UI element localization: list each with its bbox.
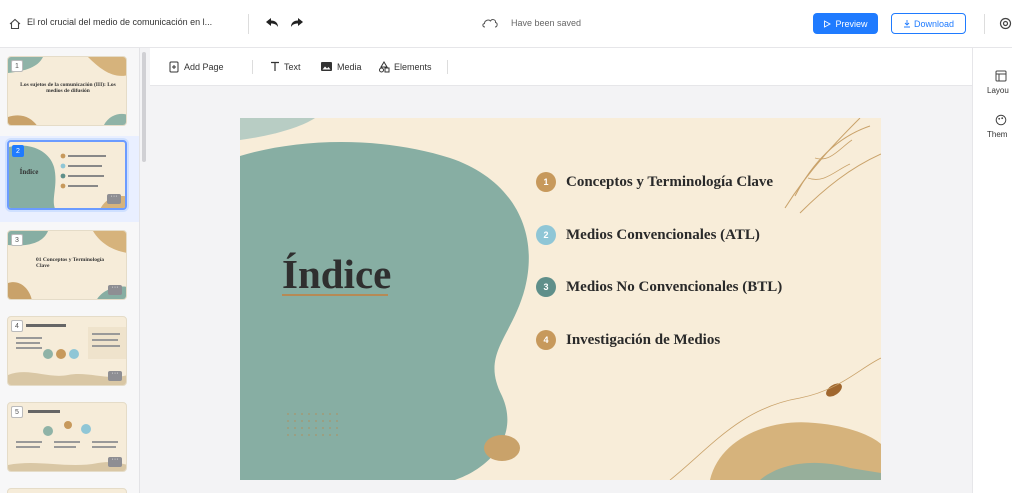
add-page-icon	[169, 61, 179, 73]
slide-thumbnail-2[interactable]: 2 Índice ···	[7, 140, 127, 210]
index-number-badge: 2	[536, 225, 556, 245]
add-page-label: Add Page	[184, 62, 224, 72]
home-icon[interactable]	[8, 17, 22, 31]
download-button[interactable]: Download	[891, 13, 966, 34]
slide-more-icon[interactable]: ···	[107, 193, 121, 204]
elements-icon	[379, 61, 390, 73]
slides-scrollbar[interactable]	[142, 52, 146, 162]
slides-panel: 1 Los sujetos de la comunicación (III): …	[0, 48, 140, 493]
slide-more-icon[interactable]: ···	[108, 456, 122, 467]
theme-icon[interactable]	[995, 114, 1007, 126]
download-label: Download	[913, 18, 955, 29]
slide-thumbnail-title: 01 Conceptos y Terminología Clave	[36, 257, 104, 269]
title-underline	[282, 294, 388, 296]
slide-more-icon[interactable]: ···	[108, 284, 122, 295]
index-item-label: Medios No Convencionales (BTL)	[566, 278, 783, 295]
media-icon	[321, 62, 332, 71]
slide-thumbnail-5[interactable]: 5 ···	[7, 402, 127, 472]
media-tool-button[interactable]: Media	[320, 61, 362, 72]
index-number-badge: 3	[536, 277, 556, 297]
text-icon	[271, 61, 279, 71]
preview-label: Preview	[835, 18, 868, 29]
top-bar: El rol crucial del medio de comunicación…	[0, 0, 1012, 48]
download-icon	[903, 20, 910, 28]
divider	[984, 14, 985, 34]
slide-number: 3	[11, 234, 23, 246]
add-page-button[interactable]: Add Page	[168, 61, 224, 73]
index-item-4[interactable]: 4 Investigación de Medios	[536, 330, 720, 350]
media-tool-label: Media	[337, 61, 362, 72]
preview-button[interactable]: Preview	[813, 13, 878, 34]
play-icon	[824, 19, 832, 28]
elements-tool-label: Elements	[394, 62, 432, 72]
text-tool-label: Text	[284, 61, 301, 72]
cloud-saved-icon	[482, 19, 498, 28]
divider	[248, 14, 249, 34]
index-item-label: Investigación de Medios	[566, 331, 721, 348]
slide-thumbnail-title: Índice	[19, 168, 39, 176]
settings-icon[interactable]	[999, 17, 1012, 30]
editor-toolbar: Add Page Text Media Elements	[150, 48, 972, 86]
undo-icon[interactable]	[264, 16, 280, 30]
slide-title[interactable]: Índice	[282, 250, 391, 298]
slide-thumbnail-4[interactable]: 4 ···	[7, 316, 127, 386]
elements-tool-button[interactable]: Elements	[378, 61, 432, 73]
index-item-2[interactable]: 2 Medios Convencionales (ATL)	[536, 225, 760, 245]
slide-number: 4	[11, 320, 23, 332]
index-number-badge: 4	[536, 330, 556, 350]
slide-thumbnail-3[interactable]: 3 01 Conceptos y Terminología Clave ···	[7, 230, 127, 300]
right-panel: Layou Them	[972, 48, 1012, 493]
layout-button[interactable]: Layou	[987, 86, 1009, 95]
document-title[interactable]: El rol crucial del medio de comunicación…	[27, 17, 212, 27]
index-number-badge: 1	[536, 172, 556, 192]
index-item-label: Medios Convencionales (ATL)	[566, 226, 760, 243]
theme-button[interactable]: Them	[987, 130, 1007, 139]
slide-number: 5	[11, 406, 23, 418]
text-tool-button[interactable]: Text	[270, 61, 301, 72]
save-status: Have been saved	[511, 18, 582, 28]
divider	[447, 60, 448, 74]
slide-thumbnail-title: Los sujetos de la comunicación (III): Lo…	[20, 82, 116, 94]
index-item-1[interactable]: 1 Conceptos y Terminología Clave	[536, 172, 773, 192]
divider	[252, 60, 253, 74]
slide-thumbnail-6[interactable]	[7, 488, 127, 493]
index-item-label: Conceptos y Terminología Clave	[566, 173, 774, 190]
slide-canvas[interactable]: Índice 1 Conceptos y Terminología Clave …	[240, 118, 881, 480]
slide-thumbnail-1[interactable]: 1 Los sujetos de la comunicación (III): …	[7, 56, 127, 126]
layout-icon[interactable]	[995, 70, 1007, 82]
index-item-3[interactable]: 3 Medios No Convencionales (BTL)	[536, 277, 782, 297]
slide-number: 2	[12, 145, 24, 157]
slide-number: 1	[11, 60, 23, 72]
redo-icon[interactable]	[289, 16, 305, 30]
slide-more-icon[interactable]: ···	[108, 370, 122, 381]
